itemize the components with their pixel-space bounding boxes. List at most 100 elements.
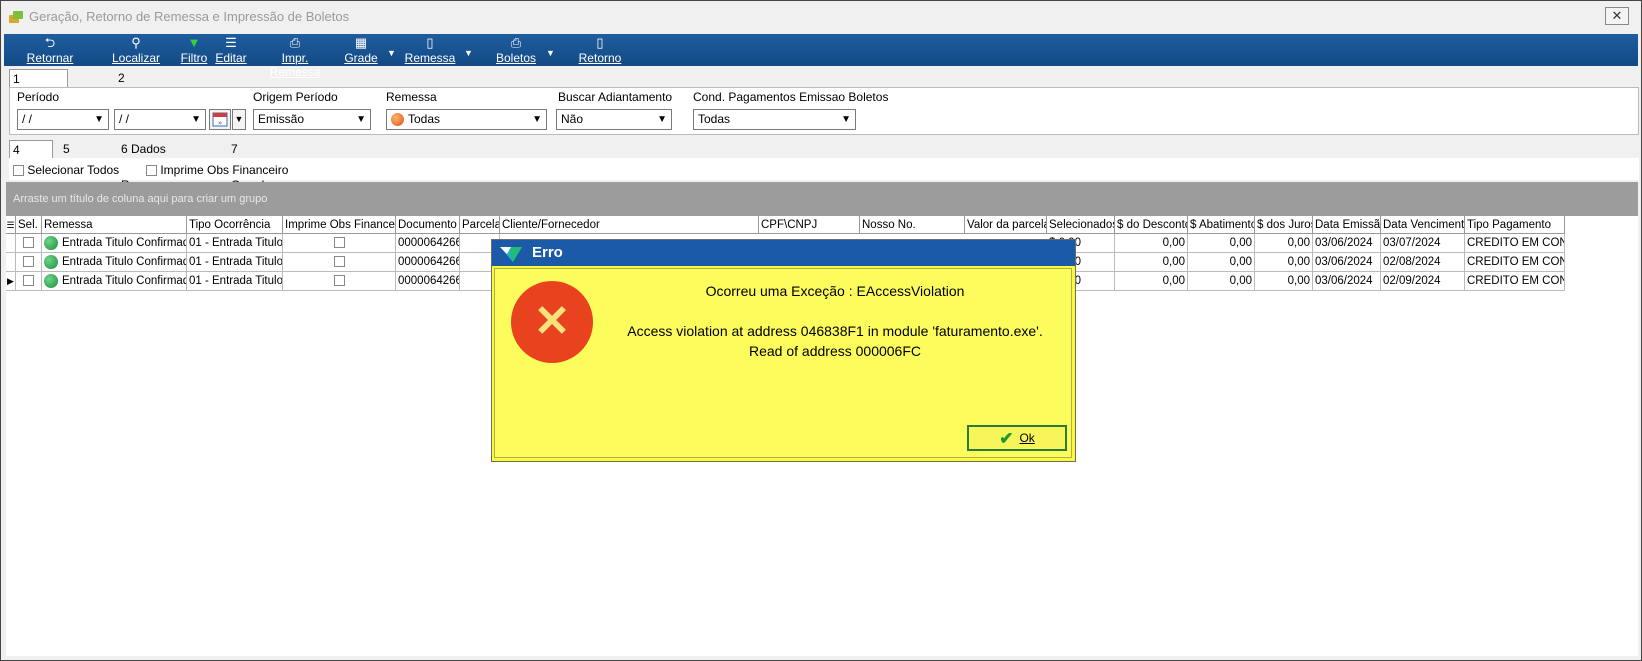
remessa-select[interactable]: Todas ▼ <box>386 109 547 130</box>
chevron-down-icon: ▼ <box>234 114 244 124</box>
row-print-obs-checkbox[interactable] <box>283 253 396 272</box>
calendar-button[interactable]: » <box>209 109 231 130</box>
date-from-field[interactable]: / / ▼ <box>17 109 109 130</box>
tab-titulos[interactable]: 4 Títulos <box>9 140 54 175</box>
status-green-icon <box>44 235 58 250</box>
options-panel: Selecionar Todos Imprime Obs Financeiro <box>9 158 1639 180</box>
toolbar: ⮌ Retornar ⚲ Localizar ▼ Filtro ☰ Editar… <box>4 34 1638 79</box>
col-header-remessa[interactable]: Remessa <box>42 216 187 234</box>
boletos-button[interactable]: ⎙ Boletos <box>494 34 538 66</box>
document-icon: ▯ <box>596 35 604 50</box>
back-arrow-icon: ⮌ <box>44 35 56 50</box>
grid-menu-icon[interactable]: ☰ <box>6 216 16 234</box>
col-header-abatimento[interactable]: $ Abatimento <box>1188 216 1255 234</box>
app-logo-icon <box>500 247 522 262</box>
origem-periodo-label: Origem Período <box>253 90 338 104</box>
col-header-parcela[interactable]: Parcela <box>460 216 500 234</box>
printer-icon: ⎙ <box>289 35 301 50</box>
group-by-area[interactable]: Arraste um título de coluna aqui para cr… <box>6 182 1638 216</box>
col-header-selecionados[interactable]: Selecionados <box>1047 216 1115 234</box>
document-icon: ▯ <box>426 35 434 50</box>
dialog-title: Erro <box>532 244 563 261</box>
filtro-button[interactable]: ▼ Filtro <box>179 34 209 66</box>
col-header-tipo-pagamento[interactable]: Tipo Pagamento <box>1465 216 1565 234</box>
editar-button[interactable]: ☰ Editar <box>214 34 248 66</box>
boletos-dropdown-arrow[interactable]: ▼ <box>546 48 555 58</box>
row-select-checkbox[interactable] <box>16 272 42 291</box>
period-dropdown-button[interactable]: ▼ <box>232 109 246 130</box>
window-title: Geração, Retorno de Remessa e Impressão … <box>29 9 350 24</box>
main-window: Geração, Retorno de Remessa e Impressão … <box>0 0 1642 661</box>
dialog-title-bar: Erro <box>492 240 1075 266</box>
row-select-checkbox[interactable] <box>16 253 42 272</box>
col-header-data-emissao[interactable]: Data Emissão <box>1313 216 1381 234</box>
printer-icon: ⎙ <box>510 35 522 50</box>
status-green-icon <box>44 273 58 288</box>
current-row-indicator-icon: ▶ <box>6 272 16 291</box>
chevron-down-icon: ▼ <box>532 114 542 125</box>
tab-remessa-bancaria[interactable]: 1 Remessa Bancária <box>9 69 68 122</box>
col-header-documento[interactable]: Documento <box>396 216 460 234</box>
filter-icon: ▼ <box>187 35 201 50</box>
title-bar: Geração, Retorno de Remessa e Impressão … <box>1 1 1641 34</box>
tab-registro-gerado[interactable]: 7 Registro Gerado <box>228 140 279 192</box>
close-button[interactable]: ✕ <box>1605 7 1629 25</box>
row-print-obs-checkbox[interactable] <box>283 272 396 291</box>
remessa-dropdown-arrow[interactable]: ▼ <box>464 48 473 58</box>
select-all-checkbox[interactable]: Selecionar Todos <box>13 163 119 177</box>
svg-text:»: » <box>218 119 222 127</box>
grid-icon: ▦ <box>354 35 368 50</box>
error-dialog: Erro ✕ Ocorreu uma Exceção : EAccessViol… <box>491 239 1076 462</box>
origem-periodo-select[interactable]: Emissão ▼ <box>253 109 371 130</box>
search-icon: ⚲ <box>131 35 141 50</box>
calendar-icon: » <box>212 112 228 127</box>
ok-button[interactable]: ✔ Ok <box>967 425 1067 451</box>
chevron-down-icon: ▼ <box>841 114 851 125</box>
filter-panel: Período / / ▼ / / ▼ » ▼ Origem Período Emi… <box>9 87 1639 135</box>
col-header-imprime-obs[interactable]: Imprime Obs Financeiro <box>283 216 396 234</box>
error-heading: Ocorreu uma Exceção : EAccessViolation <box>705 283 965 299</box>
col-header-sel[interactable]: Sel. <box>16 216 42 234</box>
cond-pagamentos-select[interactable]: Todas ▼ <box>693 109 856 130</box>
chevron-down-icon: ▼ <box>356 114 366 125</box>
print-obs-checkbox[interactable]: Imprime Obs Financeiro <box>146 163 288 177</box>
buscar-adiantamento-select[interactable]: Não ▼ <box>556 109 672 130</box>
localizar-button[interactable]: ⚲ Localizar <box>108 34 164 66</box>
date-to-field[interactable]: / / ▼ <box>114 109 206 130</box>
app-icon <box>9 11 23 23</box>
tab-dados-remessa[interactable]: 6 Dados da Remessa <box>118 140 175 192</box>
buscar-adiantamento-label: Buscar Adiantamento <box>558 90 673 104</box>
col-header-tipo-ocorrencia[interactable]: Tipo Ocorrência <box>187 216 283 234</box>
remessa-label: Remessa <box>386 90 437 104</box>
col-header-cpf-cnpj[interactable]: CPF\CNPJ <box>759 216 860 234</box>
error-icon: ✕ <box>511 281 593 363</box>
retornar-button[interactable]: ⮌ Retornar <box>22 34 78 66</box>
status-orange-icon <box>391 113 404 127</box>
retorno-button[interactable]: ▯ Retorno <box>578 34 622 66</box>
col-header-juros[interactable]: $ dos Juros <box>1255 216 1313 234</box>
col-header-valor-parcela[interactable]: Valor da parcela <box>965 216 1047 234</box>
col-header-cliente[interactable]: Cliente/Fornecedor <box>500 216 759 234</box>
grade-button[interactable]: ▦ Grade <box>344 34 378 66</box>
col-header-desconto[interactable]: $ do Desconto <box>1115 216 1188 234</box>
row-print-obs-checkbox[interactable] <box>283 234 396 253</box>
chevron-down-icon: ▼ <box>191 114 201 125</box>
row-select-checkbox[interactable] <box>16 234 42 253</box>
checkmark-icon: ✔ <box>999 428 1014 448</box>
chevron-down-icon: ▼ <box>657 114 667 125</box>
status-green-icon <box>44 254 58 269</box>
dialog-body: ✕ Ocorreu uma Exceção : EAccessViolation… <box>494 268 1072 458</box>
tab-selecao[interactable]: 5 Seleção <box>60 140 109 174</box>
remessa-button[interactable]: ▯ Remessa <box>404 34 456 66</box>
edit-icon: ☰ <box>225 35 237 50</box>
grade-dropdown-arrow[interactable]: ▼ <box>387 48 396 58</box>
col-header-data-vencimento[interactable]: Data Vencimento <box>1381 216 1465 234</box>
chevron-down-icon: ▼ <box>94 114 104 125</box>
periodo-label: Período <box>17 90 60 104</box>
col-header-nosso-no[interactable]: Nosso No. <box>860 216 965 234</box>
error-message: Access violation at address 046838F1 in … <box>627 323 1043 359</box>
cond-pagamentos-label: Cond. Pagamentos Emissao Boletos <box>693 90 889 104</box>
close-icon: ✕ <box>1611 8 1623 23</box>
impr-remessa-button[interactable]: ⎙ Impr. Remessa <box>257 34 333 79</box>
tab-retorno[interactable]: 2 Retorno <box>115 69 164 103</box>
